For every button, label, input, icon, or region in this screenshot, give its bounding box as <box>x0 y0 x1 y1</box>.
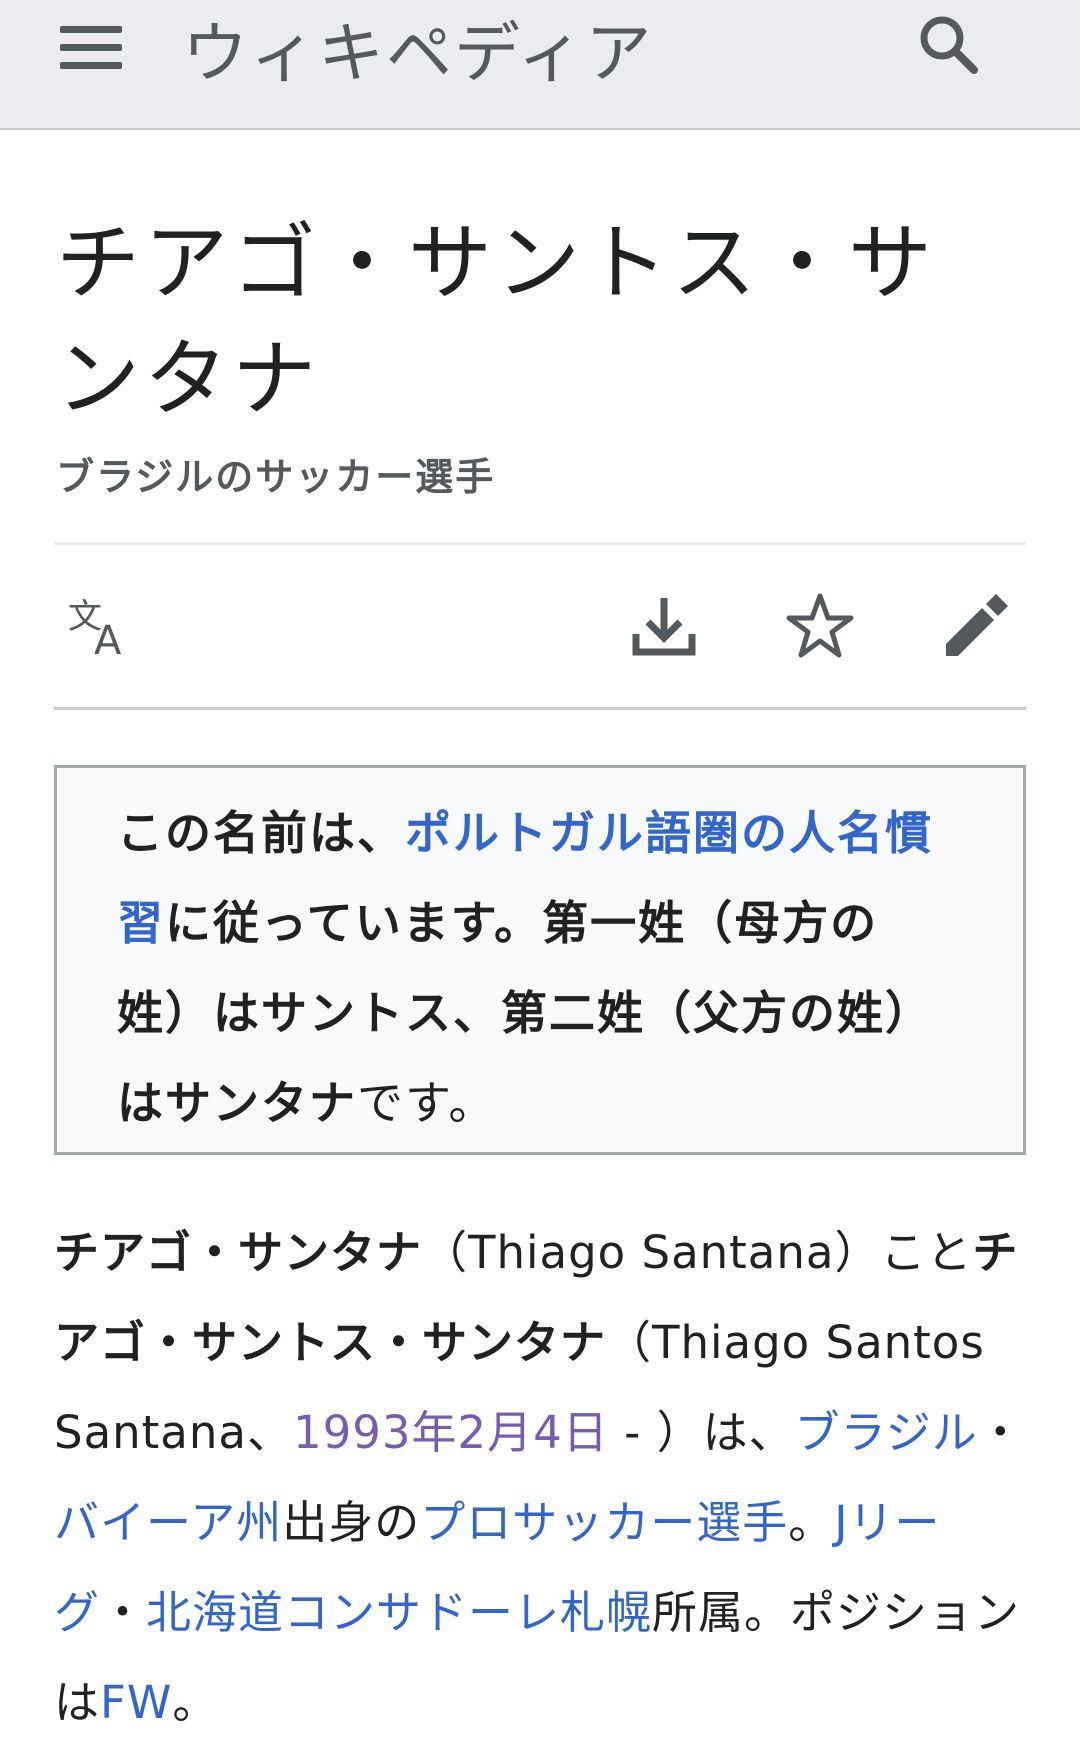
star-icon <box>786 593 854 658</box>
hamburger-menu-icon[interactable] <box>60 26 122 70</box>
body-text: ・ <box>100 1586 147 1639</box>
naming-notice: この名前は、ポルトガル語圏の人名慣習に従っています。第一姓（母方の姓）はサントス… <box>54 765 1026 1155</box>
pro-footballer-link[interactable]: プロサッカー選手 <box>420 1496 788 1549</box>
body-text: ・ <box>977 1406 1024 1459</box>
svg-text:A: A <box>94 618 122 662</box>
notice-text: です。 <box>357 1076 497 1130</box>
body-text: - ）は、 <box>608 1406 795 1459</box>
search-icon[interactable] <box>916 12 982 78</box>
wikipedia-wordmark[interactable]: ウィキペディア <box>182 0 653 96</box>
birth-date-link[interactable]: 1993年2月4日 <box>293 1406 609 1459</box>
watch-button[interactable] <box>784 590 856 662</box>
club-link[interactable]: 北海道コンサドーレ札幌 <box>146 1586 652 1639</box>
language-icon: 文 A <box>68 597 122 662</box>
body-text: （Thiago Santana）こと <box>422 1226 973 1279</box>
notice-name: サンタナ <box>165 1076 357 1130</box>
bahia-link[interactable]: バイーア州 <box>54 1496 282 1549</box>
top-bar: ウィキペディア <box>0 0 1080 130</box>
brazil-link[interactable]: ブラジル <box>795 1406 978 1459</box>
body-text: 。 <box>172 1676 219 1729</box>
notice-text: この名前は、 <box>117 806 405 860</box>
divider <box>54 542 1026 545</box>
divider <box>54 707 1026 710</box>
position-link[interactable]: FW <box>100 1676 172 1729</box>
page-title: チアゴ・サントス・サンタナ <box>56 214 937 428</box>
body-text: 。 <box>788 1496 835 1549</box>
download-icon <box>632 598 696 656</box>
download-button[interactable] <box>628 590 700 662</box>
article-lead-paragraph: チアゴ・サンタナ（Thiago Santana）ことチアゴ・サントス・サンタナ（… <box>54 1208 1026 1748</box>
notice-name: サントス <box>261 986 453 1040</box>
edit-button[interactable] <box>938 590 1010 662</box>
language-button[interactable]: 文 A <box>66 590 138 662</box>
body-text: 出身の <box>282 1496 421 1549</box>
page-description: ブラジルのサッカー選手 <box>56 455 496 499</box>
bold-name: チアゴ・サンタナ <box>54 1226 423 1279</box>
pencil-icon <box>946 594 1008 656</box>
